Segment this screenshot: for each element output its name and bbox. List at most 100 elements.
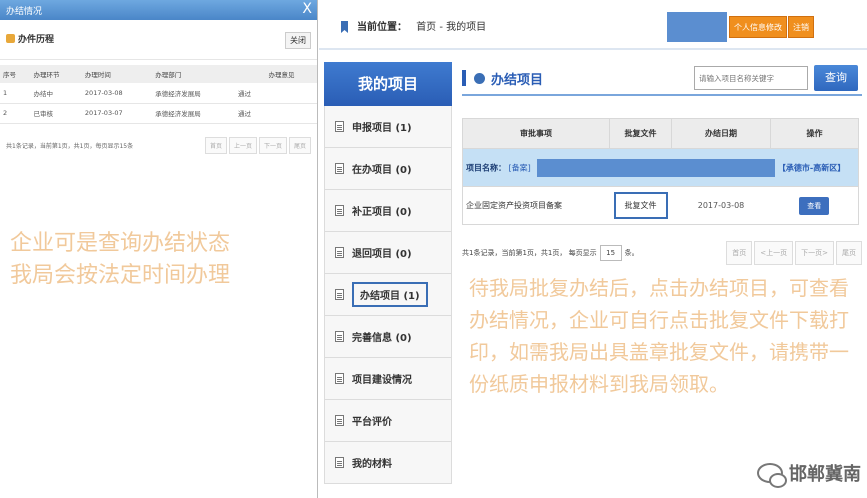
watermark-text: 邯郸冀南	[789, 464, 861, 485]
last-page-button[interactable]: 尾页	[288, 136, 311, 154]
document-icon	[335, 331, 344, 342]
sidebar-title: 我的项目	[324, 62, 452, 106]
popup-pager: 共1条记录，当前第1页，共1页，每页显示15条 首页 上一页 下一页 尾页	[0, 136, 317, 154]
redacted-project-name	[537, 158, 776, 177]
approval-file-link[interactable]: 批复文件	[613, 192, 668, 219]
next-page-button[interactable]: 下一页	[258, 136, 287, 154]
sidebar-item-returned[interactable]: 退回项目 (0)	[324, 232, 452, 274]
sidebar-item-evaluation[interactable]: 平台评价	[324, 400, 452, 442]
results-pager: 共1条记录，当前第1页，共1页， 每页显示 15 条。 首页 <上一页 下一页>…	[462, 241, 862, 265]
section-icon	[474, 72, 485, 84]
sidebar-item-label: 平台评价	[352, 417, 392, 428]
sidebar-item-label: 办结项目 (1)	[352, 282, 428, 307]
cell-dept: 承德经济发展局	[152, 83, 236, 104]
popup-annotation: 企业可是查询办结状态 我局会按法定时间办理	[10, 228, 230, 292]
section-title: 办结项目	[491, 72, 544, 88]
edit-profile-button[interactable]: 个人信息修改	[729, 16, 787, 38]
page-size-input[interactable]: 15	[599, 245, 622, 261]
view-button[interactable]: 查看	[799, 196, 830, 215]
history-icon	[6, 34, 15, 43]
sidebar-item-label: 在办项目 (0)	[352, 165, 412, 176]
watermark: 邯郸冀南	[757, 460, 861, 488]
popup-close-icon[interactable]: X	[302, 1, 312, 17]
sidebar: 我的项目 申报项目 (1) 在办项目 (0) 补正项目 (0) 退回项目 (0)…	[324, 62, 452, 484]
redacted-user-block	[667, 12, 727, 42]
search-button[interactable]: 查询	[814, 65, 858, 91]
sidebar-item-in-progress[interactable]: 在办项目 (0)	[324, 148, 452, 190]
top-bar: 当前位置： 首页 - 我的项目 个人信息修改 注销	[319, 0, 867, 50]
popup-window-title: 办结情况	[6, 7, 43, 17]
sidebar-item-construction[interactable]: 项目建设情况	[324, 358, 452, 400]
cell-time: 2017-03-08	[81, 83, 153, 104]
cell-dept: 承德经济发展局	[152, 103, 236, 124]
prev-page-button[interactable]: <上一页	[754, 241, 794, 265]
document-icon	[335, 247, 344, 258]
breadcrumb-label: 当前位置：	[357, 22, 407, 33]
table-header-row: 序号 办理环节 办理时间 办理部门 办理意见	[0, 65, 317, 83]
cell-no: 1	[0, 83, 31, 104]
popup-header: 办件历程 关闭	[0, 20, 317, 60]
col-approval-file: 批复文件	[609, 118, 672, 149]
cell-status: 通过	[235, 103, 266, 124]
col-opinion: 办理意见	[265, 65, 317, 83]
document-icon	[335, 163, 344, 174]
cell-approval-item: 企业固定资产投资项目备案	[462, 186, 610, 225]
search-input[interactable]	[694, 66, 808, 90]
breadcrumb-path[interactable]: 首页 - 我的项目	[416, 22, 486, 33]
process-history-table: 序号 办理环节 办理时间 办理部门 办理意见 1 办结中 2017-03-08 …	[0, 65, 317, 124]
popup-pager-buttons: 首页 上一页 下一页 尾页	[204, 136, 311, 154]
col-status	[235, 65, 266, 83]
document-icon	[335, 457, 344, 468]
document-icon	[335, 121, 344, 132]
cell-step: 已审核	[30, 103, 82, 124]
document-icon	[335, 289, 344, 300]
detail-popup-window: 办结情况 X 办件历程 关闭 序号 办理环节 办理时间 办理部门 办理意见 1 …	[0, 0, 318, 498]
first-page-button[interactable]: 首页	[204, 136, 227, 154]
pager-text-before: 共1条记录，当前第1页，共1页， 每页显示	[462, 249, 597, 257]
popup-pager-text: 共1条记录，当前第1页，共1页，每页显示15条	[6, 142, 134, 150]
table-row: 1 办结中 2017-03-08 承德经济发展局 通过	[0, 83, 317, 104]
sidebar-item-label: 申报项目 (1)	[352, 123, 412, 134]
sidebar-item-materials[interactable]: 我的材料	[324, 442, 452, 484]
prev-page-button[interactable]: 上一页	[228, 136, 257, 154]
sidebar-item-label: 补正项目 (0)	[352, 207, 412, 218]
sidebar-item-completed[interactable]: 办结项目 (1)	[324, 274, 452, 316]
document-icon	[335, 415, 344, 426]
popup-close-button[interactable]: 关闭	[285, 32, 311, 49]
col-action: 操作	[770, 118, 859, 149]
popup-annotation-line: 我局会按法定时间办理	[10, 263, 231, 288]
popup-header-title: 办件历程	[6, 32, 54, 45]
project-type-tag[interactable]: [备案]	[509, 163, 531, 172]
next-page-button[interactable]: 下一页>	[795, 241, 834, 265]
last-page-button[interactable]: 尾页	[836, 241, 862, 265]
sidebar-item-label: 项目建设情况	[352, 375, 412, 386]
document-icon	[335, 373, 344, 384]
table-row: 2 已审核 2017-03-07 承德经济发展局 通过	[0, 103, 317, 124]
section-header: 办结项目 查询	[462, 62, 862, 96]
popup-annotation-line: 企业可是查询办结状态	[10, 231, 231, 256]
cell-completion-date: 2017-03-08	[671, 186, 771, 225]
pager-text-after: 条。	[624, 249, 639, 257]
cell-time: 2017-03-07	[81, 103, 153, 124]
sidebar-item-label: 我的材料	[352, 459, 392, 470]
popup-header-title-text: 办件历程	[18, 35, 55, 45]
logout-button[interactable]: 注销	[788, 16, 814, 38]
sidebar-item-label: 完善信息 (0)	[352, 333, 412, 344]
sidebar-item-complete-info[interactable]: 完善信息 (0)	[324, 316, 452, 358]
pager-buttons: 首页 <上一页 下一页> 尾页	[726, 241, 862, 265]
section-accent-bar	[462, 70, 466, 86]
cell-status: 通过	[235, 83, 266, 104]
col-approval-item: 审批事项	[462, 118, 610, 149]
first-page-button[interactable]: 首页	[726, 241, 753, 265]
sidebar-item-submitted[interactable]: 申报项目 (1)	[324, 106, 452, 148]
sidebar-item-label: 退回项目 (0)	[352, 249, 412, 260]
cell-opinion	[265, 83, 317, 104]
document-icon	[335, 205, 344, 216]
instruction-annotation: 待我局批复办结后，点击办结项目，可查看办结情况，企业可自行点击批复文件下载打印，…	[469, 276, 849, 396]
sidebar-item-correction[interactable]: 补正项目 (0)	[324, 190, 452, 232]
cell-step: 办结中	[30, 83, 82, 104]
col-dept: 办理部门	[152, 65, 236, 83]
table-row: 企业固定资产投资项目备案 批复文件 2017-03-08 查看	[462, 186, 859, 225]
col-step: 办理环节	[30, 65, 82, 83]
col-completion-date: 办结日期	[671, 118, 771, 149]
